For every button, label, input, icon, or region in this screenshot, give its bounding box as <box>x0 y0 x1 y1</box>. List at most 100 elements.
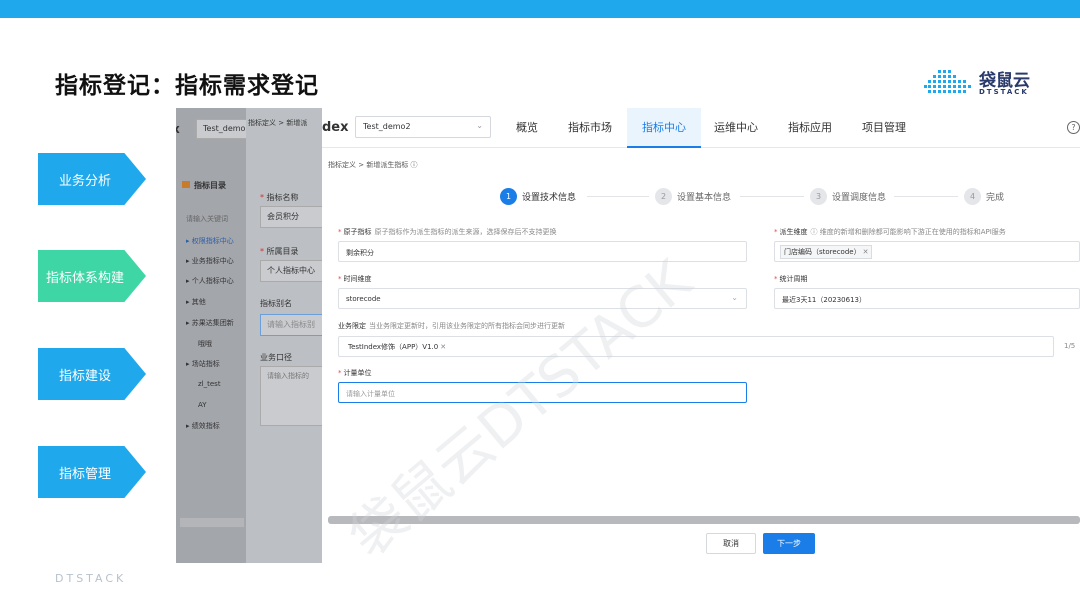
limit-tag-text: TestIndex修饰（APP）V1.0 <box>348 343 439 351</box>
business-limit-hint: 当业务限定更新时，引用该业务限定的所有指标会同步进行更新 <box>369 322 565 330</box>
bg-alias-label: 指标别名 <box>260 299 292 308</box>
step-1[interactable]: 1 设置技术信息 <box>500 186 576 206</box>
background-app-screenshot: x Test_demo2 指标目录 请输入关键词 ▸ 权限指标中心 ▸ 业务指标… <box>176 108 326 563</box>
limit-counter: 1/5 <box>1064 342 1076 350</box>
period-label: * 统计周期 <box>774 274 808 284</box>
step-label: 设置调度信息 <box>832 192 887 203</box>
brand-logo: 袋鼠云 DTSTACK <box>924 66 1044 100</box>
bg-tree-label: 苏果达集团新 <box>191 319 234 327</box>
cloud-logo-icon <box>924 70 971 93</box>
required-mark: * <box>260 193 264 202</box>
project-select-value: Test_demo2 <box>363 122 411 131</box>
bg-tree-item[interactable]: AY <box>198 401 207 409</box>
top-nav: dex Test_demo2 ⌄ 概览 指标市场 指标中心 运维中心 指标应用 … <box>322 108 1080 148</box>
bg-alias-input[interactable]: 请输入指标别 <box>260 314 326 336</box>
app-logo-fragment: dex <box>322 120 349 135</box>
bg-tree-label: 其他 <box>191 298 206 306</box>
bg-caliber-textarea[interactable]: 请输入指标的 <box>260 366 326 426</box>
step-arrow-metric-manage: 指标管理 <box>38 446 146 498</box>
bg-tree-label: 权限指标中心 <box>191 237 234 245</box>
brand-sub: DTSTACK <box>979 88 1029 96</box>
bg-dir-select[interactable]: 个人指标中心 <box>260 260 326 282</box>
bg-name-label: * 指标名称 <box>260 192 299 203</box>
top-accent-bar <box>0 0 1080 18</box>
unit-label-text: 计量单位 <box>343 369 372 377</box>
atomic-metric-label: * 原子指标 原子指标作为派生指标的派生来源，选择保存后不支持更换 <box>338 227 557 237</box>
bg-tree-item[interactable]: ▸ 苏果达集团新 <box>186 318 234 328</box>
atomic-metric-input[interactable]: 剩余积分 <box>338 241 747 262</box>
step-number: 3 <box>810 187 827 205</box>
derive-dimension-label: * 派生维度 ⓘ 维度的新增和删除都可能影响下游正在使用的指标和API服务 <box>774 227 1006 237</box>
bg-tree-item[interactable]: ▸ 绩效指标 <box>186 421 220 431</box>
bg-name-input[interactable]: 会员积分 <box>260 206 326 228</box>
required-mark: * <box>774 275 778 283</box>
nav-item-metric-center[interactable]: 指标中心 <box>627 108 701 148</box>
bg-sidebar-scrollbar[interactable] <box>180 518 244 527</box>
nav-item-project-manage[interactable]: 项目管理 <box>854 108 914 148</box>
derive-dimension-label-text: 派生维度 <box>779 228 808 236</box>
nav-item-ops-center[interactable]: 运维中心 <box>707 108 765 148</box>
required-mark: * <box>338 369 342 377</box>
bg-tree-item[interactable]: ▸ 权限指标中心 <box>186 236 234 246</box>
app-screenshot: dex Test_demo2 ⌄ 概览 指标市场 指标中心 运维中心 指标应用 … <box>322 108 1080 568</box>
step-arrow-label: 指标体系构建 <box>45 270 124 286</box>
horizontal-scrollbar[interactable] <box>328 516 1080 524</box>
step-number: 2 <box>655 187 672 205</box>
unit-input[interactable]: 请输入计量单位 <box>338 382 747 403</box>
required-mark: * <box>338 228 342 236</box>
time-dimension-label-text: 时间维度 <box>343 275 372 283</box>
nav-item-market[interactable]: 指标市场 <box>562 108 618 148</box>
bg-catalog-title-text: 指标目录 <box>194 181 226 190</box>
required-mark: * <box>338 275 342 283</box>
bg-tree-item[interactable]: 哦哦 <box>198 339 212 349</box>
time-dimension-value: storecode <box>346 295 381 303</box>
step-arrow-system-build: 指标体系构建 <box>38 250 146 302</box>
atomic-metric-label-text: 原子指标 <box>343 228 372 236</box>
bg-search-input[interactable]: 请输入关键词 <box>186 214 228 224</box>
required-mark: * <box>774 228 778 236</box>
step-4[interactable]: 4 完成 <box>964 186 1004 206</box>
time-dimension-select[interactable]: storecode ⌄ <box>338 288 747 309</box>
cancel-button[interactable]: 取消 <box>706 533 756 554</box>
bg-caliber-label: 业务口径 <box>260 353 292 362</box>
step-2[interactable]: 2 设置基本信息 <box>655 186 731 206</box>
bg-logo-fragment: x <box>176 122 180 136</box>
breadcrumb: 指标定义 > 新增派生指标 ⓘ <box>328 161 418 169</box>
close-icon[interactable]: ✕ <box>440 343 446 351</box>
step-label: 设置技术信息 <box>522 192 577 203</box>
nav-item-metric-app[interactable]: 指标应用 <box>780 108 840 148</box>
period-label-text: 统计周期 <box>779 275 808 283</box>
bg-tree-label: 业务指标中心 <box>191 257 234 265</box>
derive-dimension-select[interactable]: 门店编码（storecode） ✕ <box>774 241 1080 262</box>
close-icon[interactable]: ✕ <box>863 248 869 256</box>
bg-tree-item[interactable]: ▸ 业务指标中心 <box>186 256 234 266</box>
period-select[interactable]: 最近3天11（20230613） <box>774 288 1080 309</box>
bg-tree-item[interactable]: zl_test <box>198 380 221 388</box>
step-3[interactable]: 3 设置调度信息 <box>810 186 886 206</box>
step-arrow-label: 指标建设 <box>58 368 111 384</box>
bg-sidebar: x Test_demo2 指标目录 请输入关键词 ▸ 权限指标中心 ▸ 业务指标… <box>176 108 256 563</box>
next-button[interactable]: 下一步 <box>763 533 815 554</box>
bg-tree-item[interactable]: ▸ 场站指标 <box>186 359 220 369</box>
stepper: 1 设置技术信息 2 设置基本信息 3 设置调度信息 4 完成 <box>322 186 1080 208</box>
project-select[interactable]: Test_demo2 ⌄ <box>355 116 491 138</box>
folder-icon <box>182 181 190 188</box>
step-number: 1 <box>500 187 517 205</box>
step-number: 4 <box>964 187 981 205</box>
business-limit-label-text: 业务限定 <box>338 322 366 330</box>
bg-tree-item[interactable]: ▸ 个人指标中心 <box>186 276 234 286</box>
step-arrow-business-analysis: 业务分析 <box>38 153 146 205</box>
footer-brand: DTSTACK <box>55 572 127 585</box>
bg-form: 指标定义 > 新增派 * 指标名称 会员积分 * 所属目录 个人指标中心 指标别… <box>246 108 326 563</box>
unit-label: * 计量单位 <box>338 368 372 378</box>
slide-title: 指标登记：指标需求登记 <box>55 73 319 99</box>
dimension-tag: 门店编码（storecode） ✕ <box>780 245 873 259</box>
help-icon[interactable]: ? <box>1067 121 1080 134</box>
nav-item-overview[interactable]: 概览 <box>502 108 552 148</box>
step-connector <box>587 196 649 197</box>
step-label: 完成 <box>986 192 1005 203</box>
chevron-down-icon: ⌄ <box>731 293 738 302</box>
bg-tree-item[interactable]: ▸ 其他 <box>186 297 206 307</box>
step-arrow-label: 指标管理 <box>58 466 111 482</box>
business-limit-select[interactable]: TestIndex修饰（APP）V1.0 ✕ <box>338 336 1054 357</box>
